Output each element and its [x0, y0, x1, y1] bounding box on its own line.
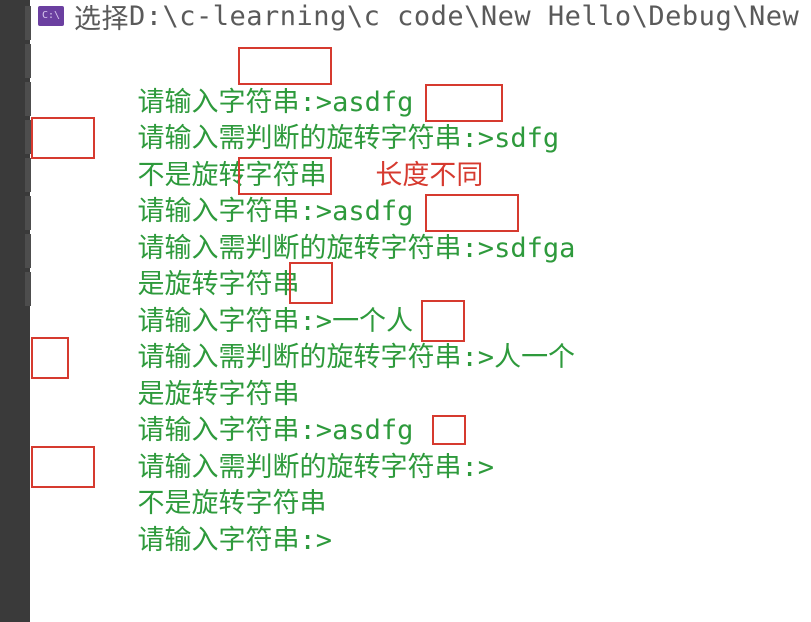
console-line: 请输入需判断的旋转字符串:>sdfga	[40, 194, 811, 231]
console-icon: C:\	[38, 6, 64, 26]
console-title-path: D:\c-learning\c code\New Hello\Debug\New	[129, 1, 799, 32]
console-line: 请输入字符串:>asdfg	[40, 377, 811, 414]
console-titlebar: C:\ 选择 D:\c-learning\c code\New Hello\De…	[38, 0, 811, 32]
console-body[interactable]: 请输入字符串:>asdfg 请输入需判断的旋转字符串:>sdfg 不是旋转字符串…	[40, 48, 811, 523]
prompt-text: 请输入字符串:>	[138, 525, 333, 556]
console-line: 请输入需判断的旋转字符串:>人一个	[40, 304, 811, 341]
console-line: 请输入字符串:>	[40, 486, 811, 523]
console-line: 请输入字符串:>asdfg	[40, 158, 811, 195]
console-line: 请输入字符串:>一个人	[40, 267, 811, 304]
console-line: 不是旋转字符串 长度不同	[40, 121, 811, 158]
editor-gutter	[0, 0, 30, 622]
console-line: 请输入需判断的旋转字符串:>	[40, 413, 811, 450]
console-line: 请输入字符串:>asdfg	[40, 48, 811, 85]
console-line: 是旋转字符串	[40, 340, 811, 377]
screenshot-root: C:\ 选择 D:\c-learning\c code\New Hello\De…	[0, 0, 811, 622]
console-line: 是旋转字符串	[40, 231, 811, 268]
console-line: 不是旋转字符串	[40, 450, 811, 487]
console-line: 请输入需判断的旋转字符串:>sdfg	[40, 85, 811, 122]
console-title-prefix: 选择	[74, 0, 129, 32]
